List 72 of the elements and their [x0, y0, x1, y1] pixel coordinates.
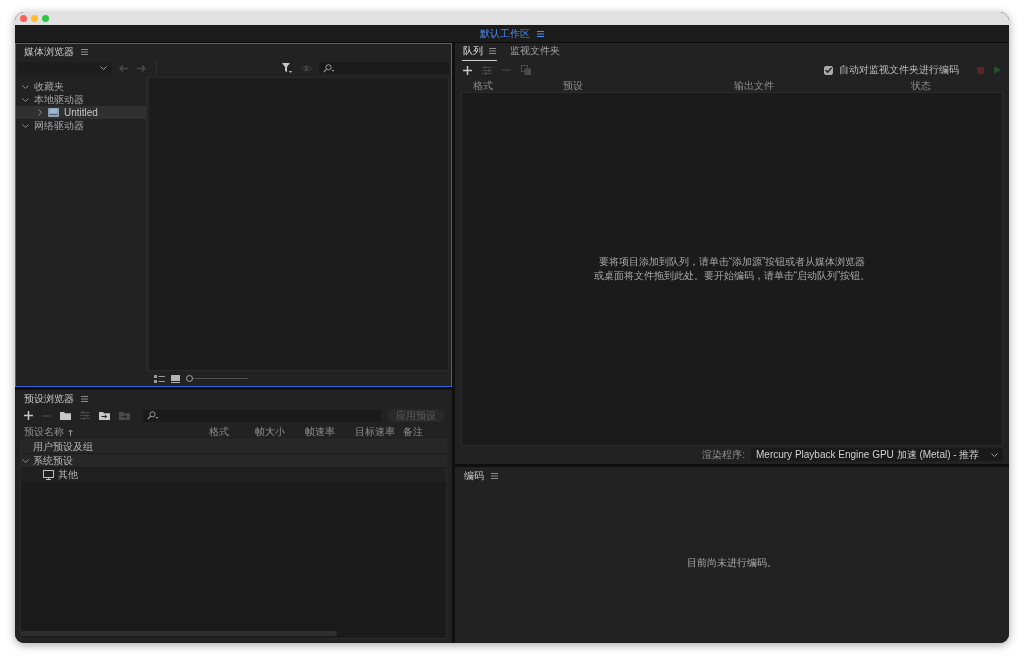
menu-icon[interactable]: [537, 30, 544, 37]
workspace-tab[interactable]: 默认工作区: [480, 26, 530, 41]
new-group-button[interactable]: [58, 409, 73, 422]
chevron-down-icon[interactable]: [22, 84, 29, 89]
tree-item[interactable]: 网络驱动器: [16, 119, 146, 132]
play-icon: [994, 66, 1001, 74]
column-header: 输出文件: [734, 79, 774, 93]
caret-icon: [991, 452, 998, 457]
column-header: 预设: [563, 79, 583, 93]
filter-button[interactable]: [280, 61, 294, 75]
slider-thumb[interactable]: [186, 375, 193, 382]
import-button[interactable]: [97, 409, 112, 422]
menu-icon[interactable]: [81, 395, 88, 402]
plus-icon: [24, 411, 33, 420]
column-header[interactable]: 帧速率: [305, 425, 335, 439]
search-field[interactable]: [143, 409, 382, 422]
menu-icon[interactable]: [81, 48, 88, 55]
chevron-down-icon[interactable]: [22, 458, 29, 463]
add-button[interactable]: [22, 409, 35, 422]
folder-icon: [60, 411, 71, 420]
checkbox-label: 自动对监视文件夹进行编码: [839, 63, 959, 77]
monitor-icon: [43, 470, 54, 480]
tree-item[interactable]: 收藏夹: [16, 80, 146, 93]
size-slider[interactable]: [186, 375, 248, 382]
search-icon: [323, 63, 335, 73]
column-header: 格式: [473, 79, 493, 93]
checkbox[interactable]: [824, 65, 833, 75]
sliders-icon: [80, 411, 90, 420]
panel-tab[interactable]: 队列: [462, 44, 497, 61]
eye-icon: [301, 64, 312, 72]
column-header[interactable]: 格式: [209, 425, 229, 439]
column-header[interactable]: 目标速率: [355, 425, 395, 439]
menu-icon[interactable]: [491, 472, 498, 479]
panel-title: 预设浏览器: [24, 391, 74, 406]
chevron-right-icon[interactable]: [37, 109, 42, 116]
arrow-left-icon: [119, 64, 128, 72]
panel-title: 媒体浏览器: [24, 44, 74, 59]
duplicate-icon: [521, 65, 531, 75]
tree-item[interactable]: 本地驱动器: [16, 93, 146, 106]
column-header[interactable]: 备注: [403, 425, 423, 439]
panel-title: 编码: [464, 468, 484, 483]
chevron-down-icon[interactable]: [22, 97, 29, 102]
filter-icon: [282, 63, 292, 73]
chevron-down-icon[interactable]: [22, 123, 29, 128]
tree-item[interactable]: Untitled: [16, 106, 146, 119]
drive-icon: [48, 108, 59, 117]
column-header[interactable]: 帧大小: [255, 425, 285, 439]
plus-icon: [463, 65, 472, 75]
list-view-icon[interactable]: [154, 374, 165, 383]
tick-icon: [825, 67, 832, 73]
column-header: 状态: [911, 79, 931, 93]
tree-item[interactable]: 用户预设及组: [21, 440, 446, 454]
panel-tab[interactable]: 监视文件夹: [509, 44, 561, 61]
menu-icon[interactable]: [489, 48, 496, 54]
arrow-right-icon: [137, 64, 146, 72]
search-icon: [147, 411, 159, 420]
caret-icon: [100, 66, 107, 70]
status-message: 目前尚未进行编码。: [687, 555, 777, 570]
thumbnail-view-icon[interactable]: [171, 374, 180, 383]
empty-queue-message: 要将项目添加到队列，请单击“添加源”按钮或者从媒体浏览器或桌面将文件拖到此处。要开始编码，请单击“启动队列”按钮。: [592, 254, 872, 283]
sort-arrow-icon: [68, 428, 73, 436]
stop-icon: [977, 66, 984, 74]
search-field[interactable]: [319, 62, 449, 74]
tree-item[interactable]: 系统预设: [21, 454, 446, 468]
close-button[interactable]: [20, 15, 27, 22]
folder-arrow-icon: [119, 411, 130, 420]
add-button[interactable]: [461, 63, 474, 77]
folder-arrow-icon: [99, 411, 110, 420]
sliders-icon: [482, 65, 492, 75]
renderer-label: 渲染程序:: [702, 447, 745, 462]
renderer-dropdown[interactable]: Mercury Playback Engine GPU 加速 (Metal) - 推荐: [751, 448, 1003, 461]
column-header[interactable]: 预设名称: [24, 425, 73, 439]
